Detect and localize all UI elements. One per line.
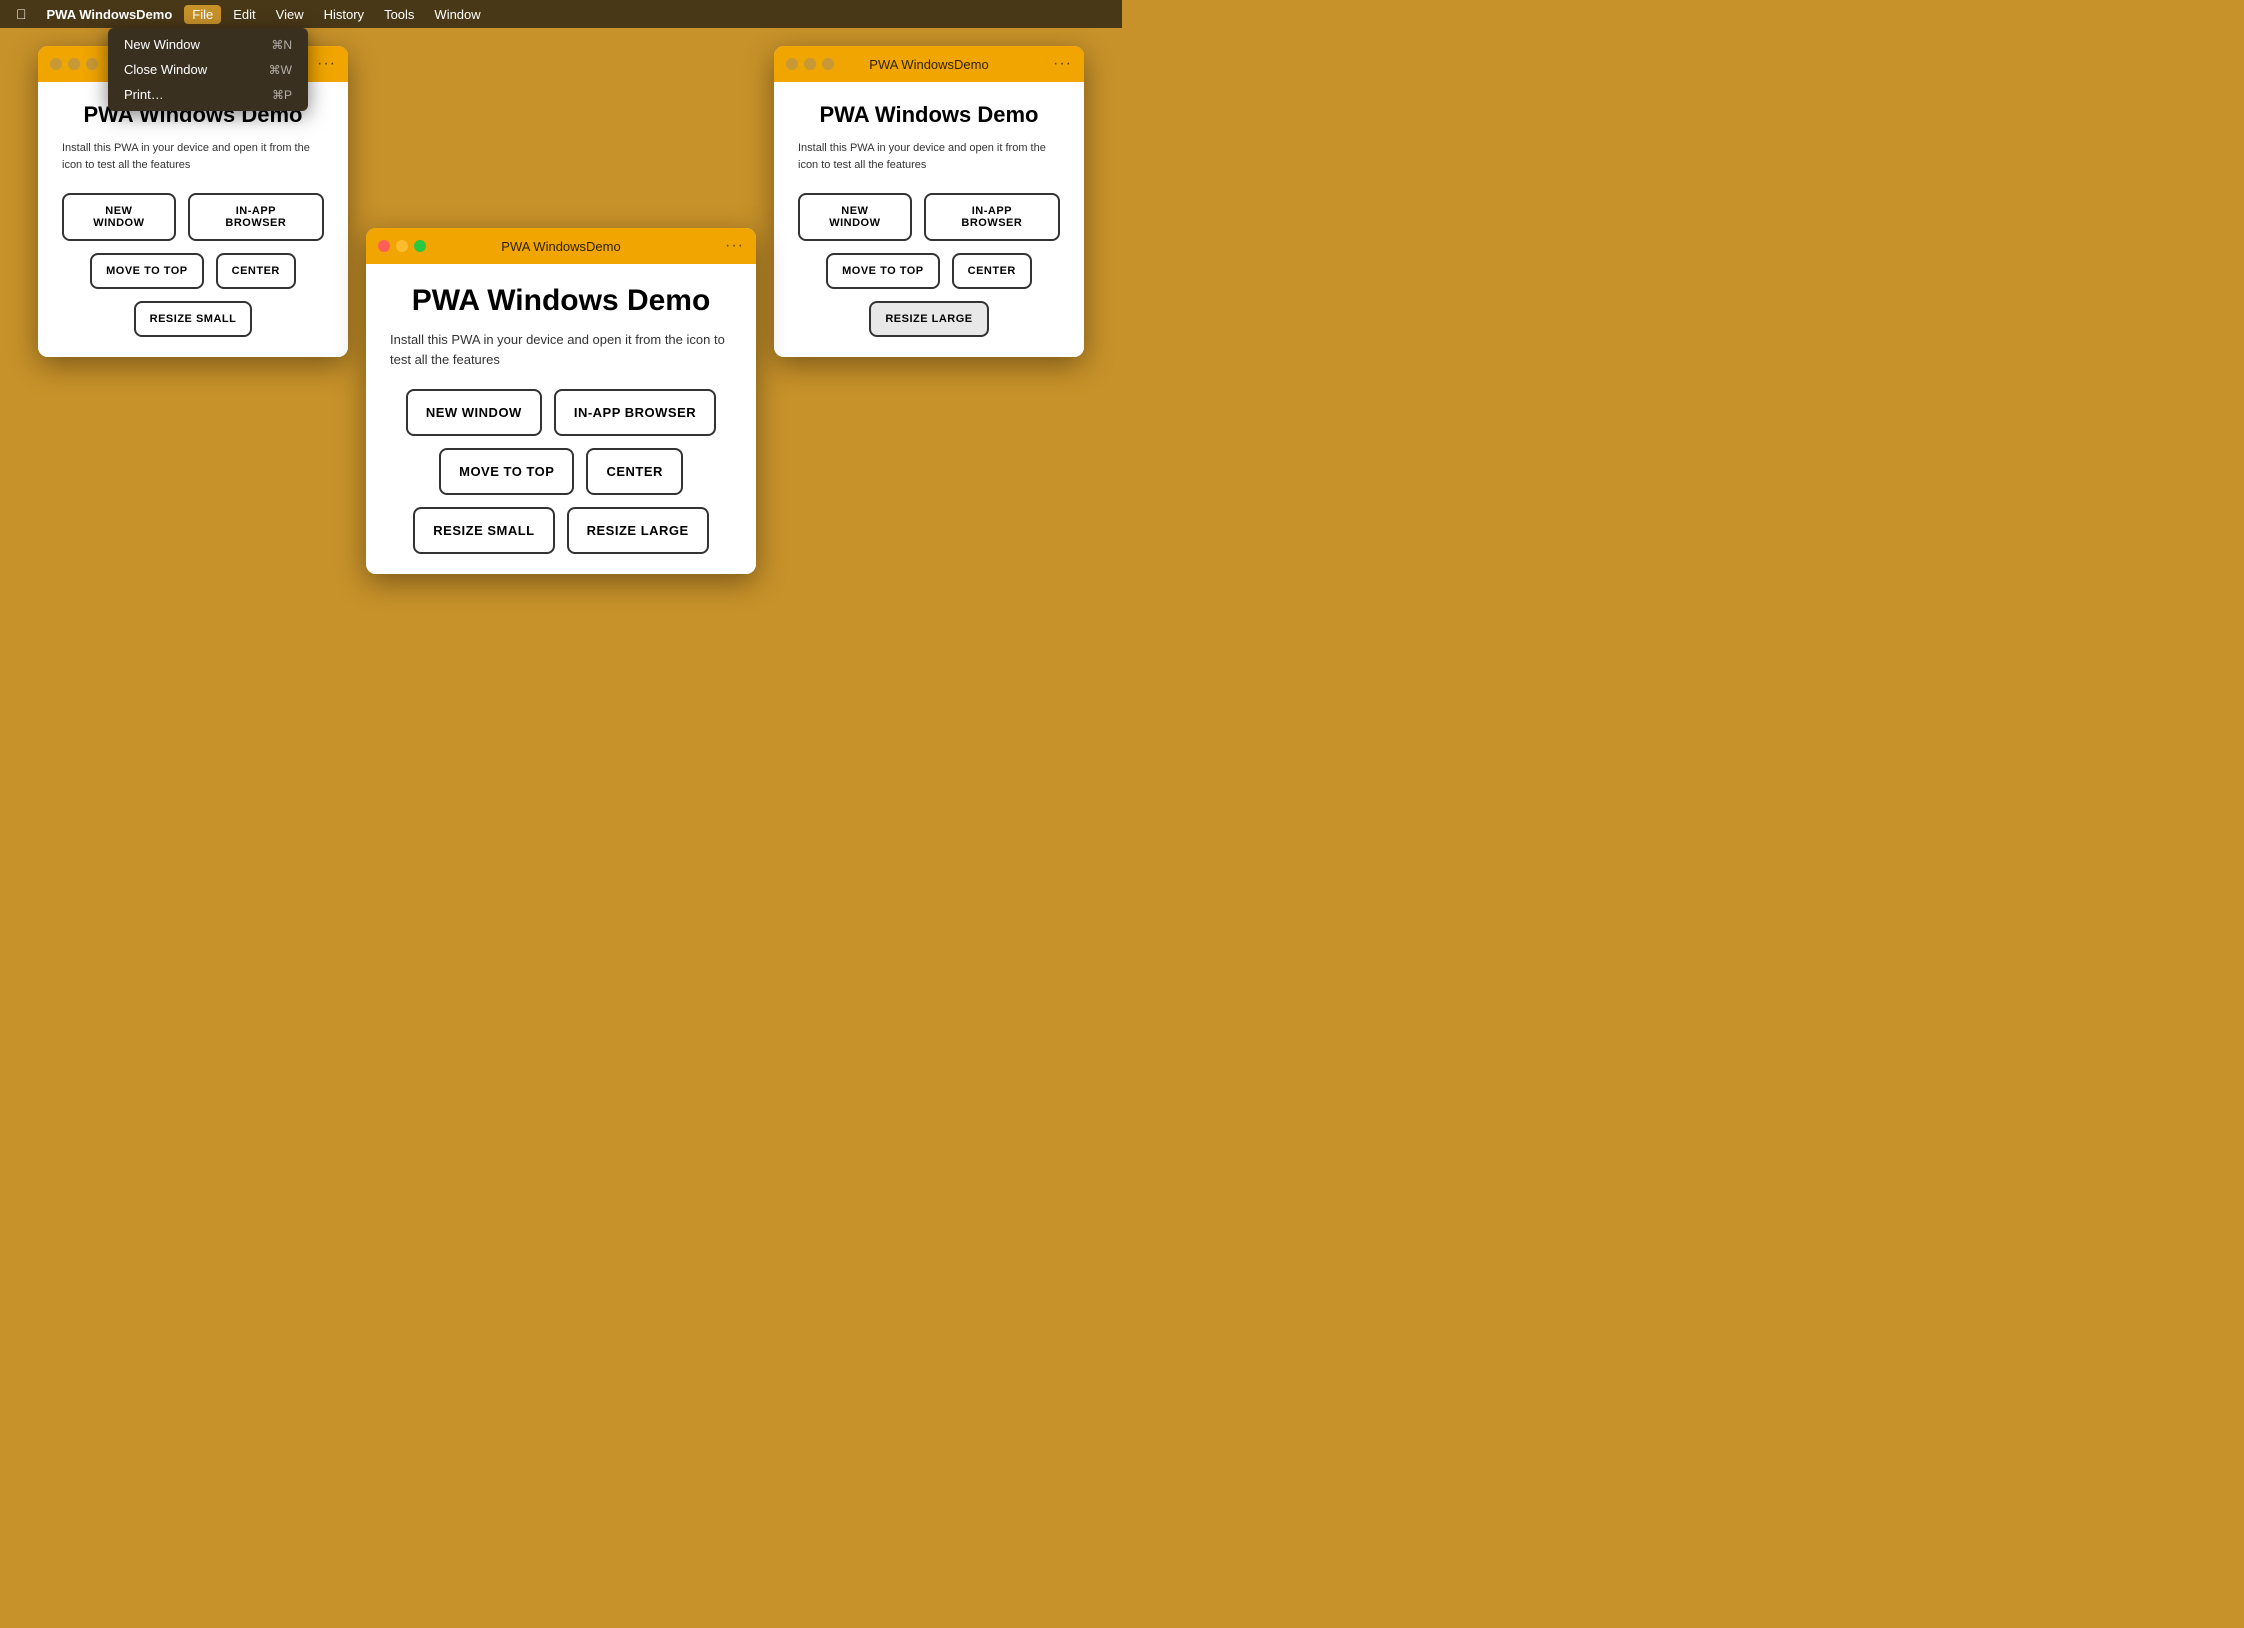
window-content-1: PWA Windows Demo Install this PWA in you… (38, 82, 348, 357)
tl-red-1[interactable] (50, 58, 62, 70)
btn-inapp-browser-3[interactable]: IN-APP BROWSER (554, 389, 716, 436)
btn-center-3[interactable]: CENTER (586, 448, 682, 495)
btn-move-top-3[interactable]: MOVE TO TOP (439, 448, 574, 495)
btn-row-2b: MOVE TO TOP CENTER (826, 253, 1032, 289)
btn-move-top-1[interactable]: MOVE TO TOP (90, 253, 204, 289)
window-title-3: PWA WindowsDemo (501, 239, 620, 254)
window-dots-1[interactable]: ··· (317, 55, 336, 73)
file-dropdown: New Window ⌘N Close Window ⌘W Print… ⌘P (108, 28, 308, 111)
btn-move-top-2[interactable]: MOVE TO TOP (826, 253, 940, 289)
tl-green-2[interactable] (822, 58, 834, 70)
window-controls-1 (50, 58, 98, 70)
btn-row-3a: NEW WINDOW IN-APP BROWSER (406, 389, 716, 436)
btn-row-1a: NEW WINDOW IN-APP BROWSER (62, 193, 324, 241)
titlebar-2: PWA WindowsDemo ··· (774, 46, 1084, 82)
tl-yellow-3[interactable] (396, 240, 408, 252)
btn-resize-large-3[interactable]: RESIZE LARGE (567, 507, 709, 554)
btn-inapp-browser-1[interactable]: IN-APP BROWSER (188, 193, 324, 241)
window-controls-2 (786, 58, 834, 70)
menu-file[interactable]: File (184, 5, 221, 24)
apple-menu[interactable]:  (8, 4, 35, 24)
btn-center-1[interactable]: CENTER (216, 253, 296, 289)
menu-new-window[interactable]: New Window ⌘N (108, 32, 308, 57)
window-content-2: PWA Windows Demo Install this PWA in you… (774, 82, 1084, 357)
btn-center-2[interactable]: CENTER (952, 253, 1032, 289)
pwa-window-2: PWA WindowsDemo ··· PWA Windows Demo Ins… (774, 46, 1084, 357)
pwa-subtitle-2: Install this PWA in your device and open… (798, 140, 1060, 173)
menu-view[interactable]: View (268, 5, 312, 24)
titlebar-3: PWA WindowsDemo ··· (366, 228, 756, 264)
btn-resize-small-1[interactable]: RESIZE SMALL (134, 301, 253, 337)
pwa-app-title-3: PWA Windows Demo (390, 284, 732, 318)
tl-green-3[interactable] (414, 240, 426, 252)
tl-green-1[interactable] (86, 58, 98, 70)
menu-print[interactable]: Print… ⌘P (108, 82, 308, 107)
btn-inapp-browser-2[interactable]: IN-APP BROWSER (924, 193, 1060, 241)
btn-grid-3: NEW WINDOW IN-APP BROWSER MOVE TO TOP CE… (390, 389, 732, 554)
window-title-2: PWA WindowsDemo (869, 57, 988, 72)
window-content-3: PWA Windows Demo Install this PWA in you… (366, 264, 756, 574)
tl-yellow-2[interactable] (804, 58, 816, 70)
menu-edit[interactable]: Edit (225, 5, 263, 24)
menu-history[interactable]: History (316, 5, 372, 24)
tl-yellow-1[interactable] (68, 58, 80, 70)
menu-close-window[interactable]: Close Window ⌘W (108, 57, 308, 82)
desktop: …emo ··· PWA Windows Demo Install this P… (0, 28, 1122, 814)
menu-bar:  PWA WindowsDemo File Edit View History… (0, 0, 1122, 28)
window-dots-3[interactable]: ··· (725, 237, 744, 255)
pwa-subtitle-1: Install this PWA in your device and open… (62, 140, 324, 173)
window-dots-2[interactable]: ··· (1053, 55, 1072, 73)
btn-resize-small-3[interactable]: RESIZE SMALL (413, 507, 554, 554)
btn-resize-large-2[interactable]: RESIZE LARGE (869, 301, 988, 337)
tl-red-3[interactable] (378, 240, 390, 252)
btn-new-window-3[interactable]: NEW WINDOW (406, 389, 542, 436)
btn-row-1c: RESIZE SMALL (134, 301, 253, 337)
btn-new-window-2[interactable]: NEW WINDOW (798, 193, 912, 241)
btn-grid-1: NEW WINDOW IN-APP BROWSER MOVE TO TOP CE… (62, 193, 324, 337)
btn-row-2a: NEW WINDOW IN-APP BROWSER (798, 193, 1060, 241)
menu-tools[interactable]: Tools (376, 5, 422, 24)
pwa-window-3: PWA WindowsDemo ··· PWA Windows Demo Ins… (366, 228, 756, 574)
pwa-app-title-2: PWA Windows Demo (798, 102, 1060, 128)
menu-window[interactable]: Window (426, 5, 488, 24)
btn-row-2c: RESIZE LARGE (869, 301, 988, 337)
app-name: PWA WindowsDemo (39, 5, 181, 24)
window-controls-3 (378, 240, 426, 252)
btn-new-window-1[interactable]: NEW WINDOW (62, 193, 176, 241)
pwa-subtitle-3: Install this PWA in your device and open… (390, 330, 732, 369)
tl-red-2[interactable] (786, 58, 798, 70)
btn-row-1b: MOVE TO TOP CENTER (90, 253, 296, 289)
btn-row-3b: MOVE TO TOP CENTER (439, 448, 683, 495)
btn-grid-2: NEW WINDOW IN-APP BROWSER MOVE TO TOP CE… (798, 193, 1060, 337)
btn-row-3c: RESIZE SMALL RESIZE LARGE (413, 507, 708, 554)
